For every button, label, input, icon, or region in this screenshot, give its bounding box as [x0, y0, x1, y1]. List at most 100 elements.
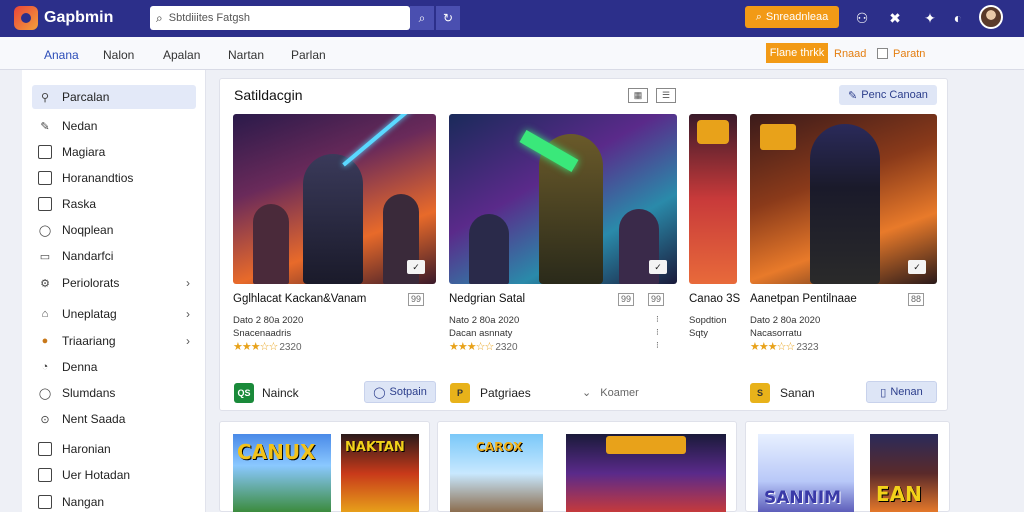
- sidebar-item-horanandtios[interactable]: Horanandtios: [32, 166, 196, 190]
- tab-apalan[interactable]: Apalan: [163, 48, 200, 62]
- app-brand[interactable]: Gapbmin: [44, 9, 113, 27]
- game-title[interactable]: Nedgrian Satal: [449, 293, 525, 305]
- publisher-name[interactable]: Sanan: [780, 386, 815, 400]
- refresh-button[interactable]: ↻: [436, 6, 460, 30]
- tab-nalon[interactable]: Nalon: [103, 48, 134, 62]
- game-title[interactable]: Gglhlacat Kackan&Vanam: [233, 293, 366, 305]
- gear-icon: ⚙: [40, 277, 50, 290]
- search-input[interactable]: [168, 12, 389, 24]
- chevron-right-icon: ›: [186, 276, 190, 290]
- top-bar: Gapbmin ⌕ ⌕ ↻ ⌕ Snreadnleaa ⚇ ✖ ✦ ◐: [0, 0, 1024, 37]
- search-button[interactable]: ⌕: [410, 6, 434, 30]
- avatar[interactable]: [979, 5, 1003, 29]
- more-options-icon[interactable]: ⁝ ⁝ ⁝: [656, 313, 659, 352]
- panel-action-button[interactable]: ✎ Penc Canoan: [839, 85, 937, 105]
- box-icon: [38, 171, 52, 185]
- edit-icon: ✎: [40, 120, 50, 133]
- game-thumbnail[interactable]: ✓: [750, 114, 937, 284]
- sidebar-item-uneplatag[interactable]: ⌂ Uneplatag ›: [32, 302, 196, 326]
- publisher-name[interactable]: Nainck: [262, 386, 299, 400]
- sidebar-item-nandarfci[interactable]: ▭ Nandarfci: [32, 244, 196, 268]
- character-figure: [253, 204, 289, 284]
- game-thumbnail[interactable]: [689, 114, 737, 284]
- tab-parlan[interactable]: Parlan: [291, 48, 326, 62]
- nav-bar: Anana Nalon Apalan Nartan Parlan: [0, 37, 1024, 70]
- game-thumbnail[interactable]: CANUX: [233, 434, 331, 512]
- book-icon: ▭: [39, 250, 51, 263]
- game-thumbnail[interactable]: EAN: [870, 434, 938, 512]
- sidebar-item-magiara[interactable]: Magiara: [32, 140, 196, 164]
- nav-checkbox[interactable]: [877, 48, 888, 59]
- sidebar-item-slumdans[interactable]: ◯ Slumdans: [32, 381, 196, 405]
- publisher-action-link[interactable]: ⌄ Koamer: [582, 386, 639, 399]
- game-thumbnail[interactable]: [566, 434, 726, 512]
- app-logo-icon[interactable]: [14, 6, 38, 30]
- play-badge-icon: ✓: [908, 260, 926, 274]
- sidebar-item-label: Nent Saada: [62, 412, 126, 426]
- game-card[interactable]: CAROX: [437, 421, 737, 512]
- sidebar-item-nedan[interactable]: ✎ Nedan: [32, 114, 196, 138]
- puzzle-icon[interactable]: ✖: [885, 8, 905, 28]
- sidebar-item-nangan[interactable]: Nangan: [32, 490, 196, 512]
- tag-icon: [38, 197, 52, 211]
- game-card[interactable]: SANNIM EAN: [745, 421, 950, 512]
- edit-icon: ✎: [848, 89, 858, 102]
- game-thumbnail[interactable]: ✓: [233, 114, 436, 284]
- home-icon: ⌂: [41, 308, 49, 320]
- chevron-down-icon: ⌄: [582, 387, 592, 399]
- badge-icon: ●: [41, 335, 49, 347]
- sidebar-item-denna[interactable]: ◔ Denna: [32, 355, 196, 379]
- game-thumbnail[interactable]: NAKTAN: [341, 434, 419, 512]
- game-rating-badge: 99: [618, 293, 635, 306]
- weapon-glow: [342, 114, 414, 167]
- user-icon[interactable]: ⚇: [852, 8, 872, 28]
- moon-icon[interactable]: ◐: [948, 8, 968, 28]
- sidebar-item-periolorats[interactable]: ⚙ Periolorats ›: [32, 271, 196, 295]
- chat-icon: ◯: [38, 387, 52, 400]
- nav-link[interactable]: Rnaad: [834, 48, 866, 60]
- sidebar-item-label: Horanandtios: [62, 171, 134, 185]
- square-icon: [38, 468, 52, 482]
- game-title[interactable]: Canao 3S: [689, 293, 740, 305]
- game-thumbnail[interactable]: CAROX: [450, 434, 543, 512]
- sidebar-item-noqplean[interactable]: ◯ Noqplean: [32, 218, 196, 242]
- top-cta-button[interactable]: ⌕ Snreadnleaa: [745, 6, 839, 28]
- sidebar-item-label: Raska: [62, 197, 97, 211]
- sidebar-item-triaariang[interactable]: ● Triaariang ›: [32, 329, 196, 353]
- gift-icon[interactable]: ✦: [920, 8, 940, 28]
- game-thumbnail[interactable]: SANNIM: [758, 434, 854, 512]
- coin-icon: ◔: [41, 361, 49, 373]
- sidebar-item-label: Periolorats: [62, 276, 120, 290]
- publisher-action-button[interactable]: ▯ Nenan: [866, 381, 937, 403]
- publisher-action-button[interactable]: ◯ Sotpain: [364, 381, 436, 403]
- sidebar-item-nent-saada[interactable]: ⊙ Nent Saada: [32, 407, 196, 431]
- sidebar-item-label: Nandarfci: [62, 249, 114, 263]
- sidebar-item-label: Uer Hotadan: [62, 468, 131, 482]
- star-rating: ★★★☆☆ 2320: [449, 341, 518, 353]
- sidebar-item-parcalan[interactable]: ⚲ Parcalan: [32, 85, 196, 109]
- grid-view-icon[interactable]: ▦: [628, 88, 648, 103]
- game-logo-text: EAN: [876, 482, 922, 506]
- game-thumbnail[interactable]: ✓: [449, 114, 677, 284]
- list-view-icon[interactable]: ☰: [656, 88, 676, 103]
- sidebar-item-haronian[interactable]: Haronian: [32, 437, 196, 461]
- nav-action-button[interactable]: Flane thrkk: [766, 43, 828, 63]
- game-meta: Nato 2 80a 2020 Dacan asnnaty: [449, 315, 520, 339]
- game-title[interactable]: Aanetpan Pentilnaae: [750, 293, 857, 305]
- game-card[interactable]: CANUX NAKTAN: [219, 421, 430, 512]
- star-rating: ★★★☆☆ 2320: [233, 341, 302, 353]
- sidebar-item-label: Nedan: [62, 119, 98, 133]
- search-box[interactable]: ⌕: [150, 6, 410, 30]
- publisher-name[interactable]: Patgriaes: [480, 386, 531, 400]
- sidebar-item-label: Haronian: [62, 442, 111, 456]
- game-logo-icon: [697, 120, 729, 144]
- sidebar-item-label: Slumdans: [62, 386, 116, 400]
- tab-nartan[interactable]: Nartan: [228, 48, 264, 62]
- play-badge-icon: ✓: [649, 260, 667, 274]
- sidebar-item-uer-hotadan[interactable]: Uer Hotadan: [32, 463, 196, 487]
- tab-home[interactable]: Anana: [44, 48, 79, 62]
- bookmark-icon: ▯: [880, 386, 887, 399]
- list-icon: [38, 145, 52, 159]
- star-rating: ★★★☆☆ 2323: [750, 341, 819, 353]
- sidebar-item-raska[interactable]: Raska: [32, 192, 196, 216]
